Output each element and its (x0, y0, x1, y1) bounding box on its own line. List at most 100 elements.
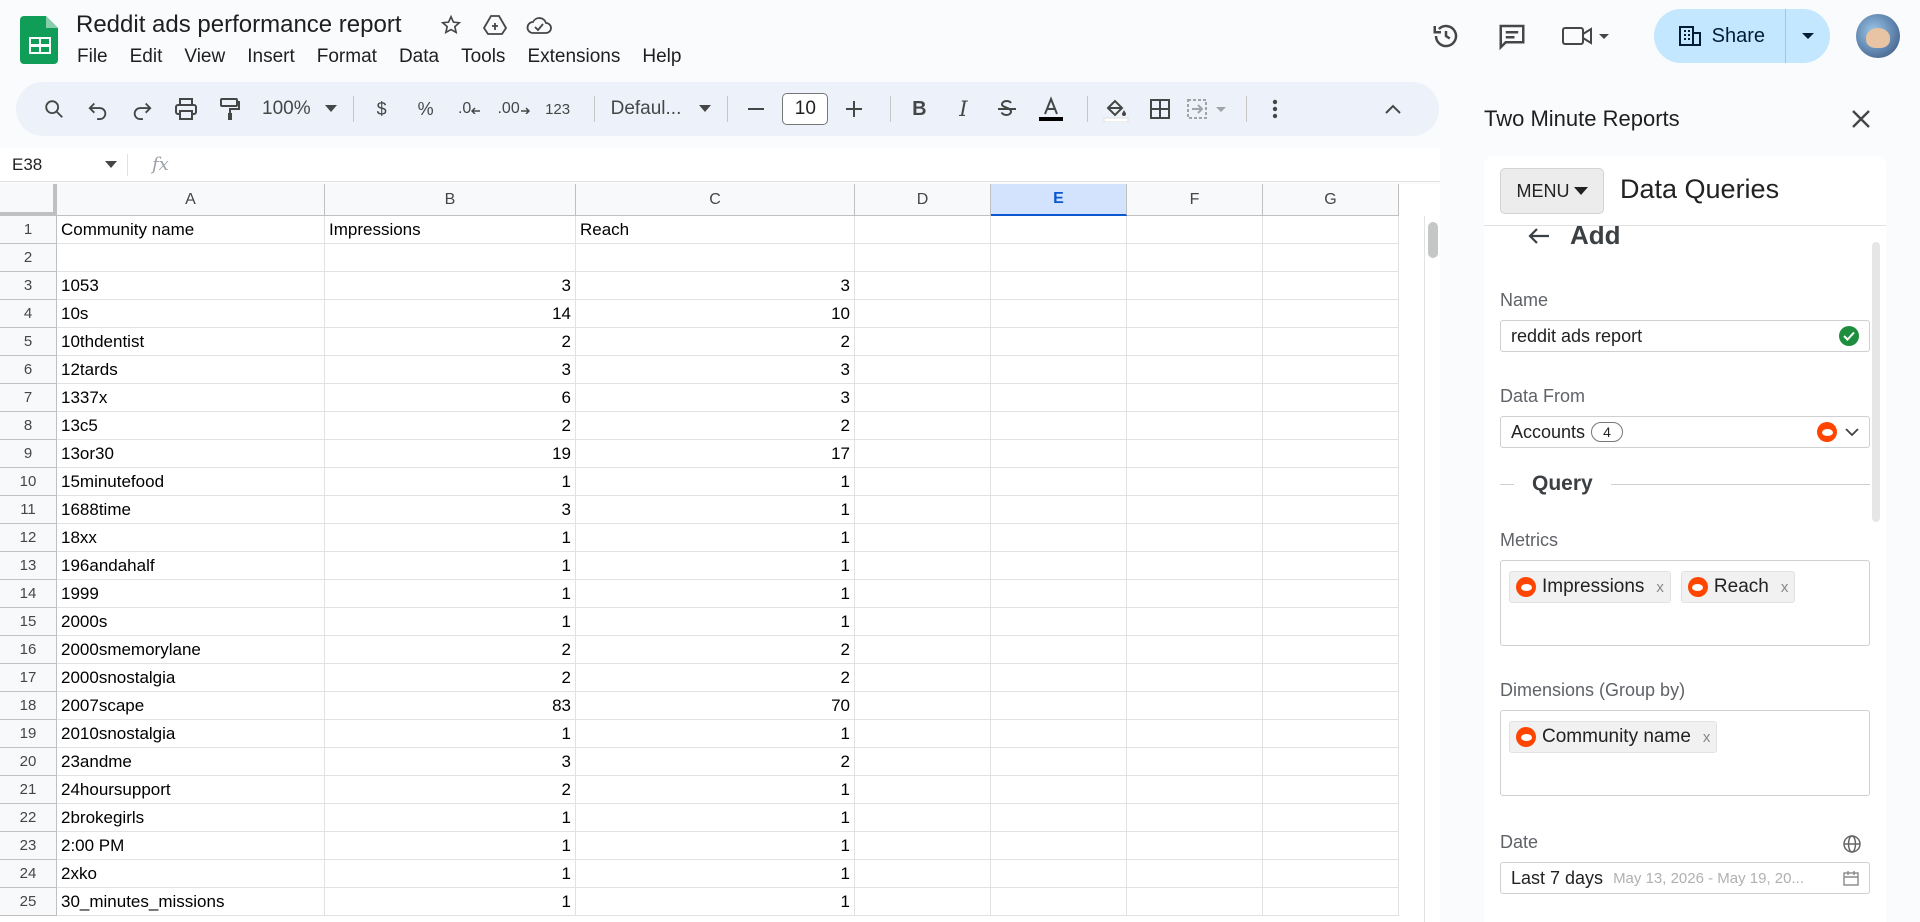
table-cell[interactable]: 2 (576, 328, 855, 356)
table-cell[interactable]: 3 (325, 748, 576, 776)
table-cell[interactable]: Impressions (325, 216, 576, 244)
row-header[interactable]: 8 (0, 412, 57, 440)
table-cell[interactable] (1263, 692, 1399, 720)
table-cell[interactable]: 1 (576, 832, 855, 860)
table-cell[interactable]: 2 (576, 748, 855, 776)
paint-format-icon[interactable] (212, 91, 248, 127)
table-cell[interactable]: 1 (325, 608, 576, 636)
version-history-icon[interactable] (1424, 14, 1468, 58)
table-cell[interactable]: 18xx (57, 524, 325, 552)
table-cell[interactable]: 2000snostalgia (57, 664, 325, 692)
table-cell[interactable]: 1 (325, 804, 576, 832)
menu-insert[interactable]: Insert (236, 44, 306, 70)
query-name-input[interactable]: reddit ads report (1500, 320, 1870, 352)
table-cell[interactable]: 12tards (57, 356, 325, 384)
table-cell[interactable] (991, 328, 1127, 356)
table-cell[interactable]: 70 (576, 692, 855, 720)
table-cell[interactable] (855, 244, 991, 272)
borders-icon[interactable] (1142, 91, 1178, 127)
table-cell[interactable] (1127, 636, 1263, 664)
table-cell[interactable] (1263, 804, 1399, 832)
dimensions-field[interactable]: Community name x (1500, 710, 1870, 796)
table-cell[interactable] (57, 244, 325, 272)
table-cell[interactable] (991, 860, 1127, 888)
column-header-c[interactable]: C (576, 184, 855, 216)
table-cell[interactable]: Reach (576, 216, 855, 244)
row-header[interactable]: 7 (0, 384, 57, 412)
column-header-b[interactable]: B (325, 184, 576, 216)
font-select[interactable]: Defaul... (605, 98, 718, 120)
row-header[interactable]: 14 (0, 580, 57, 608)
row-header[interactable]: 4 (0, 300, 57, 328)
table-cell[interactable] (1263, 636, 1399, 664)
table-cell[interactable] (991, 216, 1127, 244)
table-cell[interactable] (991, 244, 1127, 272)
menu-data[interactable]: Data (388, 44, 450, 70)
table-cell[interactable]: 1 (576, 468, 855, 496)
more-options-icon[interactable] (1257, 91, 1293, 127)
table-cell[interactable]: 3 (325, 496, 576, 524)
zoom-select[interactable]: 100% (256, 98, 343, 120)
table-cell[interactable]: 1 (576, 524, 855, 552)
table-cell[interactable]: 13or30 (57, 440, 325, 468)
table-cell[interactable] (1127, 776, 1263, 804)
row-header[interactable]: 23 (0, 832, 57, 860)
table-cell[interactable]: 1 (576, 860, 855, 888)
table-cell[interactable]: 83 (325, 692, 576, 720)
menu-tools[interactable]: Tools (450, 44, 516, 70)
table-cell[interactable] (855, 608, 991, 636)
table-cell[interactable] (1127, 580, 1263, 608)
table-cell[interactable]: 1 (325, 468, 576, 496)
row-header[interactable]: 24 (0, 860, 57, 888)
table-cell[interactable]: 10s (57, 300, 325, 328)
table-cell[interactable] (1127, 860, 1263, 888)
table-cell[interactable]: 196andahalf (57, 552, 325, 580)
fill-color-icon[interactable] (1098, 91, 1134, 127)
more-formats-button[interactable]: 123 (540, 91, 576, 127)
column-header-e[interactable]: E (991, 184, 1127, 216)
table-cell[interactable] (855, 692, 991, 720)
row-header[interactable]: 16 (0, 636, 57, 664)
table-cell[interactable]: 2 (576, 636, 855, 664)
table-cell[interactable] (1263, 300, 1399, 328)
row-header[interactable]: 5 (0, 328, 57, 356)
table-cell[interactable]: 3 (576, 384, 855, 412)
table-cell[interactable] (1127, 300, 1263, 328)
vertical-scrollbar[interactable] (1424, 216, 1440, 922)
row-header[interactable]: 20 (0, 748, 57, 776)
row-header[interactable]: 17 (0, 664, 57, 692)
table-cell[interactable]: 10 (576, 300, 855, 328)
row-header[interactable]: 13 (0, 552, 57, 580)
table-cell[interactable]: 1 (325, 832, 576, 860)
table-cell[interactable]: 1 (325, 552, 576, 580)
table-cell[interactable]: 2 (576, 664, 855, 692)
timezone-globe-icon[interactable] (1842, 834, 1862, 859)
sheets-logo-icon[interactable] (20, 16, 60, 64)
table-cell[interactable]: 1999 (57, 580, 325, 608)
table-cell[interactable]: 1 (576, 720, 855, 748)
table-cell[interactable] (1127, 412, 1263, 440)
scrollbar-thumb[interactable] (1428, 222, 1438, 258)
table-cell[interactable] (855, 216, 991, 244)
search-icon[interactable] (36, 91, 72, 127)
row-header[interactable]: 25 (0, 888, 57, 916)
table-cell[interactable] (991, 664, 1127, 692)
table-cell[interactable]: 2007scape (57, 692, 325, 720)
remove-tag-button[interactable]: x (1703, 729, 1711, 746)
table-cell[interactable] (991, 748, 1127, 776)
table-cell[interactable]: 1 (325, 860, 576, 888)
row-header[interactable]: 3 (0, 272, 57, 300)
table-cell[interactable]: 1 (325, 580, 576, 608)
table-cell[interactable] (1263, 272, 1399, 300)
table-cell[interactable] (1263, 748, 1399, 776)
table-cell[interactable]: 2 (325, 636, 576, 664)
table-cell[interactable] (855, 412, 991, 440)
table-cell[interactable] (855, 804, 991, 832)
table-cell[interactable]: 13c5 (57, 412, 325, 440)
table-cell[interactable]: Community name (57, 216, 325, 244)
table-cell[interactable]: 2xko (57, 860, 325, 888)
font-size-input[interactable]: 10 (782, 93, 829, 125)
table-cell[interactable] (991, 496, 1127, 524)
menu-extensions[interactable]: Extensions (516, 44, 631, 70)
table-cell[interactable] (1127, 328, 1263, 356)
